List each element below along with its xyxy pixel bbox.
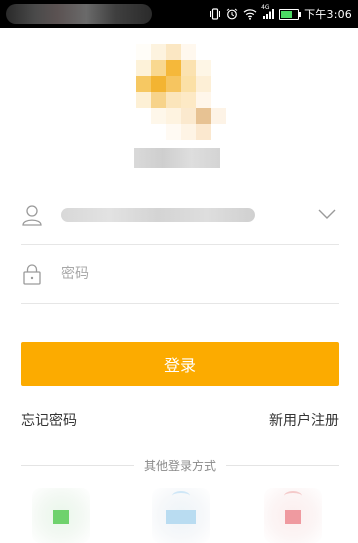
account-row[interactable] xyxy=(21,186,339,245)
status-time: 下午3:06 xyxy=(304,8,352,21)
other-login-title: 其他登录方式 xyxy=(144,458,217,473)
alarm-icon xyxy=(226,8,238,20)
wifi-icon xyxy=(243,8,257,20)
network-type-label: 4G xyxy=(261,4,270,11)
app-logo xyxy=(136,44,226,140)
notification-area-blurred xyxy=(6,4,152,24)
status-icons: 4G 下午3:06 xyxy=(209,0,352,28)
password-input[interactable] xyxy=(61,263,331,285)
other-login-divider: 其他登录方式 xyxy=(21,456,340,474)
account-field-blurred[interactable] xyxy=(61,208,255,222)
forgot-password-link[interactable]: 忘记密码 xyxy=(21,410,77,430)
vibrate-icon xyxy=(209,8,221,20)
status-bar: 4G 下午3:06 xyxy=(0,0,358,28)
divider-line-right xyxy=(226,464,340,466)
lock-icon xyxy=(21,263,43,285)
battery-icon xyxy=(279,8,302,20)
password-row xyxy=(21,245,339,304)
app-name-blurred xyxy=(134,148,220,168)
signal-icon: 4G xyxy=(261,4,275,20)
register-link[interactable]: 新用户注册 xyxy=(269,410,339,430)
user-icon xyxy=(21,204,43,226)
chevron-down-icon[interactable] xyxy=(317,206,337,220)
divider-line-left xyxy=(21,464,134,466)
qq-login-icon[interactable] xyxy=(152,488,210,543)
weibo-login-icon[interactable] xyxy=(264,488,322,543)
wechat-login-icon[interactable] xyxy=(32,488,90,543)
login-button[interactable]: 登录 xyxy=(21,342,339,386)
